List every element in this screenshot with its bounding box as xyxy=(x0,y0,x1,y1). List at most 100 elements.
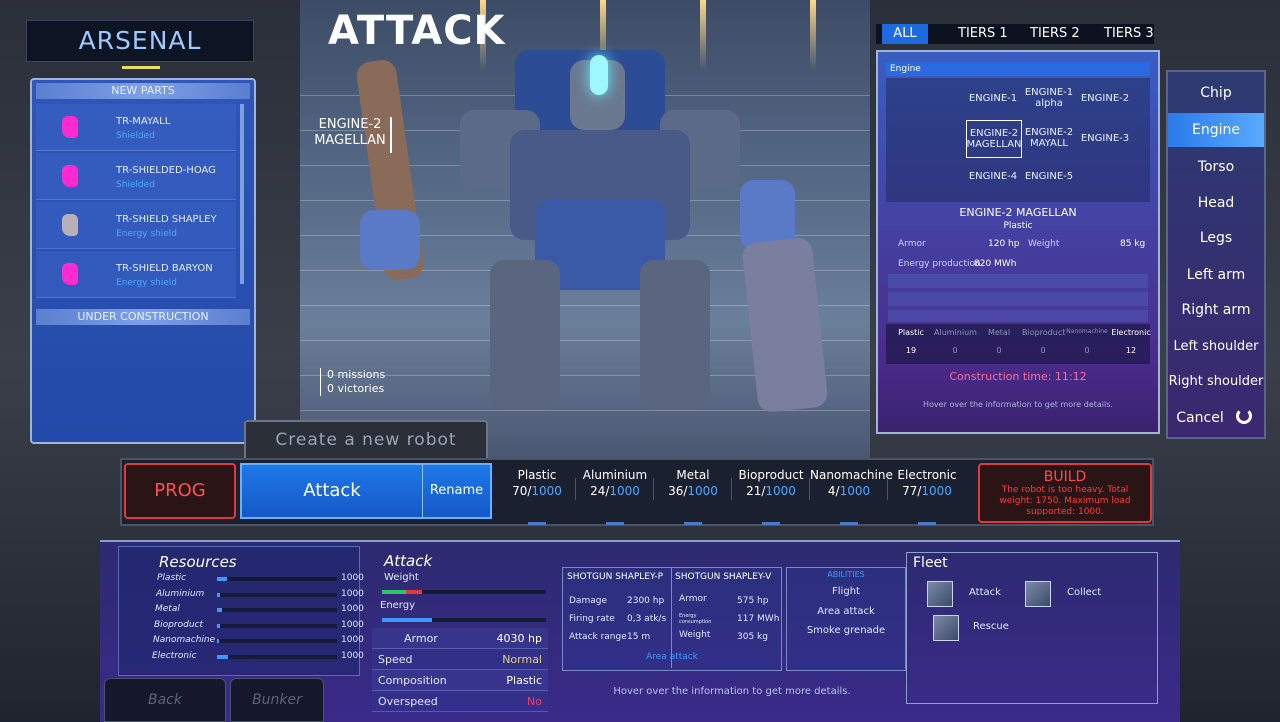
tab-all[interactable]: ALL xyxy=(882,24,928,44)
divider xyxy=(575,478,576,500)
prog-button[interactable]: PROG xyxy=(124,463,236,519)
fleet-robot-rescue[interactable]: Rescue xyxy=(933,615,1023,645)
engine-option[interactable]: ENGINE-1 xyxy=(966,80,1020,116)
ability-item: Smoke grenade xyxy=(806,625,886,636)
tab-tiers-3[interactable]: TIERS 3 xyxy=(1104,24,1154,44)
divider xyxy=(731,478,732,500)
engine-option[interactable]: ENGINE-3 xyxy=(1078,120,1132,156)
robot-icon xyxy=(927,581,953,607)
fleet-robot-attack[interactable]: Attack xyxy=(927,581,1017,611)
weapon-tab[interactable]: SHOTGUN SHAPLEY-V xyxy=(675,572,771,582)
category-head[interactable]: Head xyxy=(1168,186,1264,220)
category-engine[interactable]: Engine xyxy=(1168,113,1264,147)
build-button[interactable]: BUILD The robot is too heavy. Total weig… xyxy=(978,463,1152,523)
resource-bar-fill xyxy=(217,654,228,659)
weapon-stat-label: Firing rate xyxy=(569,614,615,624)
abilities-title: ABILITIES xyxy=(827,570,865,579)
resource-value: 70 xyxy=(512,484,528,498)
resource-max: 1000 xyxy=(341,588,364,599)
category-right-arm[interactable]: Right arm xyxy=(1168,293,1264,327)
divider xyxy=(887,478,888,500)
tab-tiers-1[interactable]: TIERS 1 xyxy=(958,24,1008,44)
part-category-menu: Chip Engine Torso Head Legs Left arm Rig… xyxy=(1166,70,1266,439)
material-value: 0 xyxy=(952,346,958,355)
engine-option-selected[interactable]: ENGINE-2 MAGELLAN xyxy=(966,120,1022,158)
stat-row: Composition Plastic xyxy=(372,670,548,691)
resource-name: Metal xyxy=(676,468,710,482)
category-left-arm[interactable]: Left arm xyxy=(1168,258,1264,292)
stat-value: 4030 hp xyxy=(496,632,542,645)
cancel-button[interactable]: Cancel xyxy=(1168,401,1232,435)
indicator xyxy=(606,522,624,525)
weapon-stat-value: 0,3 atk/s xyxy=(627,614,667,624)
part-type: Shielded xyxy=(116,131,155,141)
material-name: Bioproduct xyxy=(1022,328,1066,337)
back-button[interactable]: Back xyxy=(104,678,226,722)
resource-max: 1000 xyxy=(609,484,640,498)
rename-button[interactable]: Rename xyxy=(423,465,490,517)
ability-item: Area attack xyxy=(817,606,875,617)
resource-bar xyxy=(217,623,337,628)
selected-part-label: ENGINE-2 MAGELLAN xyxy=(314,117,386,148)
engine-option[interactable]: ENGINE-2 MAYALL xyxy=(1022,120,1076,156)
engine-option[interactable]: ENGINE-5 xyxy=(1022,158,1076,194)
fleet-robot-name: Collect xyxy=(1067,587,1102,598)
engine-option[interactable]: ENGINE-2 xyxy=(1078,80,1132,116)
category-torso[interactable]: Torso xyxy=(1168,150,1264,184)
record-stats: 0 missions 0 victories xyxy=(320,368,385,396)
weapons-panel: SHOTGUN SHAPLEY-P SHOTGUN SHAPLEY-V Dama… xyxy=(562,567,782,671)
fleet-robot-collect[interactable]: Collect xyxy=(1025,581,1115,611)
resource-amount: 21/1000 xyxy=(746,484,796,498)
selected-part-tag: ENGINE-2 MAGELLAN xyxy=(310,117,392,153)
stat-value: No xyxy=(527,695,542,708)
create-robot-button[interactable]: Create a new robot xyxy=(244,420,488,460)
weapon-stat-value: 15 m xyxy=(627,632,651,642)
resource-max: 1000 xyxy=(341,650,364,661)
category-right-shoulder[interactable]: Right shoulder xyxy=(1168,365,1264,399)
weapon-stat-label: Damage xyxy=(569,596,607,606)
engine-option[interactable]: ENGINE-1 alpha xyxy=(1022,80,1076,116)
arsenal-panel: NEW PARTS TR-MAYALL Shielded TR-SHIELDED-H… xyxy=(30,78,256,444)
part-name: TR-SHIELD SHAPLEY xyxy=(116,214,217,225)
energy-label: Energy production xyxy=(898,259,981,269)
material-value: 12 xyxy=(1125,346,1137,355)
material-value: 0 xyxy=(1084,346,1090,355)
part-item[interactable]: TR-MAYALL Shielded xyxy=(36,104,236,151)
bunker-button[interactable]: Bunker xyxy=(230,678,324,722)
category-legs[interactable]: Legs xyxy=(1168,221,1264,255)
undo-icon[interactable] xyxy=(1236,408,1252,424)
bottom-hover-hint: Hover over the information to get more d… xyxy=(613,686,851,697)
weapon-stat-label: Energy consumption xyxy=(679,613,712,625)
resource-value: 21 xyxy=(746,484,762,498)
robot-name[interactable]: Attack xyxy=(242,465,422,517)
ability-item: Flight xyxy=(832,586,860,597)
magenta-part-icon xyxy=(62,165,78,187)
area-attack-label: Area attack xyxy=(646,652,698,662)
part-name: TR-SHIELD BARYON xyxy=(116,263,213,274)
stats-title: Attack xyxy=(384,552,433,570)
resource-stock-metal: Metal 36/1000 xyxy=(654,468,732,498)
build-warning: The robot is too heavy. Total weight: 17… xyxy=(999,485,1131,515)
part-item[interactable]: TR-SHIELD SHAPLEY Energy shield xyxy=(36,202,236,249)
resource-amount: 4/1000 xyxy=(827,484,871,498)
part-item[interactable]: TR-SHIELDED-HOAG Shielded xyxy=(36,153,236,200)
resource-bar xyxy=(217,577,337,581)
engine-option[interactable]: ENGINE-4 xyxy=(966,158,1020,194)
part-type: Shielded xyxy=(116,180,155,190)
part-type: Energy shield xyxy=(116,229,178,239)
category-chip[interactable]: Chip xyxy=(1168,76,1264,110)
robot-icon xyxy=(1025,581,1051,607)
tab-tiers-2[interactable]: TIERS 2 xyxy=(1030,24,1080,44)
resource-bar xyxy=(217,608,337,612)
part-item[interactable]: TR-SHIELD BARYON Energy shield xyxy=(36,251,236,298)
weapon-stat-value: 575 hp xyxy=(737,596,769,606)
resource-label: Plastic xyxy=(157,573,187,583)
missions-count: 0 missions xyxy=(327,368,386,381)
parts-scrollbar[interactable] xyxy=(240,104,244,284)
resource-bar xyxy=(217,639,337,643)
material-name: Aluminium xyxy=(934,328,977,337)
material-name: Nanomachine xyxy=(1066,328,1108,335)
category-left-shoulder[interactable]: Left shoulder xyxy=(1168,330,1264,364)
resource-bar-fill xyxy=(217,608,222,612)
weapon-tab[interactable]: SHOTGUN SHAPLEY-P xyxy=(567,572,663,582)
